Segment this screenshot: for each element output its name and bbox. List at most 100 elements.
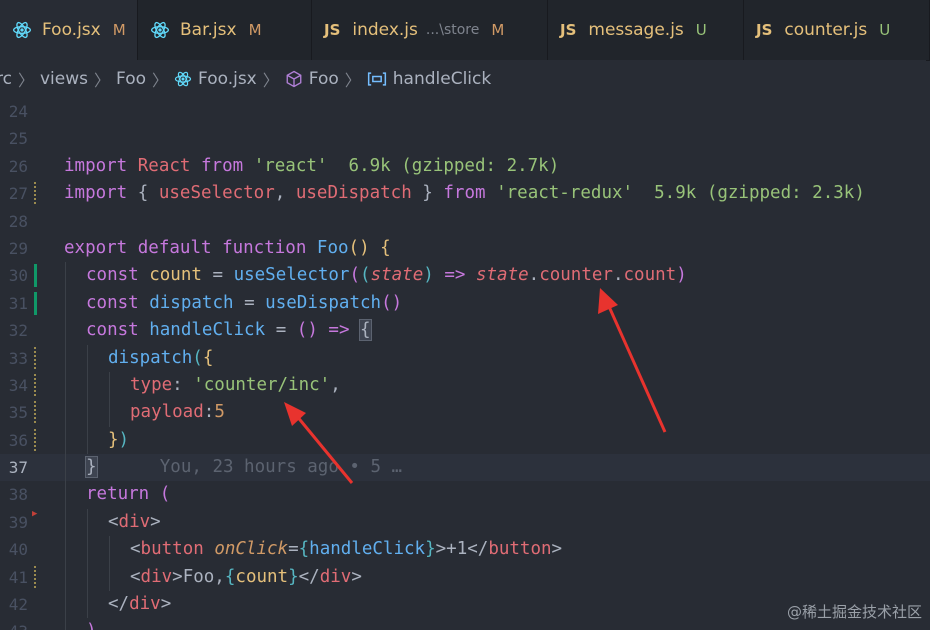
code-token: import bbox=[64, 183, 128, 204]
indent-guide bbox=[65, 262, 66, 290]
code-editor[interactable]: 24 25 26 import React from 'react' 6.9k (gz… bbox=[0, 98, 930, 630]
code-text: payload:5 bbox=[130, 399, 225, 426]
tab-foo-jsx[interactable]: Foo.jsxM✕ bbox=[0, 0, 138, 60]
tab-message-js[interactable]: JS message.js U bbox=[548, 0, 744, 60]
breadcrumb-item[interactable]: views bbox=[40, 69, 88, 89]
breadcrumb-item[interactable]: Foo.jsx bbox=[174, 69, 257, 89]
code-token: 'react' bbox=[253, 155, 328, 176]
code-line: 35 payload:5 bbox=[0, 399, 930, 427]
git-status-badge: U bbox=[879, 21, 891, 39]
code-token: count bbox=[149, 265, 202, 286]
tab-counter-js[interactable]: JS counter.js U bbox=[744, 0, 930, 60]
indent-guide bbox=[87, 371, 88, 400]
line-number: 32 bbox=[8, 321, 28, 341]
code-token: state bbox=[475, 265, 529, 286]
code-text: dispatch({ bbox=[108, 345, 213, 372]
tab-bar-jsx[interactable]: Bar.jsx M bbox=[138, 0, 312, 60]
chevron-right-icon: 〉 bbox=[152, 71, 169, 90]
indent-guide bbox=[65, 426, 66, 455]
indent-guide bbox=[65, 371, 66, 400]
code-token: ) bbox=[118, 429, 130, 450]
code-token: = bbox=[288, 539, 299, 560]
breadcrumb-item[interactable]: handleClick bbox=[367, 69, 491, 89]
code-token: = bbox=[244, 292, 255, 313]
code-token: > bbox=[551, 539, 563, 560]
indent-guide bbox=[65, 317, 66, 345]
line-number: 42 bbox=[8, 595, 28, 615]
code-text: <div>Foo,{count}</div> bbox=[130, 564, 362, 591]
breadcrumb-item[interactable]: Foo bbox=[285, 69, 339, 89]
code-token: button bbox=[488, 539, 552, 560]
code-line: 32 const handleClick = () => { bbox=[0, 317, 930, 345]
code-token: () bbox=[296, 320, 318, 341]
tab-label: Bar.jsx bbox=[180, 20, 237, 40]
code-token: return bbox=[86, 484, 150, 505]
breadcrumb-item[interactable]: rc bbox=[0, 69, 12, 89]
code-token: </ bbox=[108, 594, 130, 615]
line-number: 37 bbox=[8, 458, 28, 478]
code-token: You, 23 hours ago • 5 … bbox=[96, 457, 403, 478]
code-token: useSelector bbox=[233, 265, 350, 286]
code-token: count bbox=[623, 265, 677, 286]
code-text: const dispatch = useDispatch() bbox=[86, 290, 402, 317]
code-token: } bbox=[108, 429, 119, 450]
code-token: counter bbox=[539, 265, 613, 286]
line-number: 36 bbox=[8, 430, 28, 450]
line-number: 26 bbox=[8, 156, 28, 176]
watermark: @稀土掘金技术社区 bbox=[786, 603, 922, 621]
code-token: from bbox=[443, 183, 486, 204]
code-token: => bbox=[328, 320, 350, 341]
code-token: > bbox=[172, 566, 183, 587]
code-token: , bbox=[274, 183, 296, 204]
symbol-class-icon bbox=[285, 70, 303, 88]
tab-label: index.js bbox=[352, 20, 418, 40]
code-token: React bbox=[137, 155, 191, 176]
editor-tab-bar: Foo.jsxM✕Bar.jsxMJSindex.js...\storeMJSm… bbox=[0, 0, 930, 61]
indent-guide bbox=[87, 536, 88, 564]
js-file-icon: JS bbox=[324, 21, 341, 39]
js-file-icon: JS bbox=[756, 21, 773, 39]
code-token: => bbox=[444, 265, 466, 286]
code-token: dispatch bbox=[108, 347, 193, 368]
code-line: 33 dispatch({ bbox=[0, 344, 930, 372]
code-line: 26 import React from 'react' 6.9k (gzippe… bbox=[0, 153, 930, 180]
code-token: const bbox=[86, 292, 139, 313]
code-text: type: 'counter/inc', bbox=[130, 372, 341, 399]
code-token: button bbox=[140, 539, 204, 560]
indent-guide bbox=[65, 399, 66, 427]
tab-label: message.js bbox=[588, 20, 684, 40]
tab-index-js[interactable]: JS index.js ...\store M bbox=[312, 0, 548, 60]
code-line: 39 <div> bbox=[0, 508, 930, 537]
git-added-marker bbox=[34, 291, 37, 315]
code-token: 5.9k (gzipped: 2.3k) bbox=[633, 183, 865, 204]
code-token: ) bbox=[423, 265, 434, 286]
code-token: 6.9k (gzipped: 2.7k) bbox=[327, 155, 560, 176]
code-token: 'counter/inc' bbox=[193, 374, 331, 395]
indent-guide bbox=[65, 591, 66, 619]
breadcrumb-label: Foo.jsx bbox=[198, 69, 257, 89]
code-token: div bbox=[140, 566, 173, 587]
code-token: onClick bbox=[214, 539, 289, 560]
code-token: { bbox=[202, 347, 214, 368]
code-line: 30 const count = useSelector((state) => s… bbox=[0, 262, 930, 290]
code-token: +1 bbox=[446, 539, 468, 560]
line-number: 27 bbox=[8, 184, 28, 204]
tab-label: Foo.jsx bbox=[42, 20, 101, 40]
indent-guide bbox=[65, 563, 66, 592]
code-token: { bbox=[380, 237, 391, 258]
breadcrumb-item[interactable]: Foo bbox=[116, 69, 146, 89]
indent-guide bbox=[87, 399, 88, 427]
